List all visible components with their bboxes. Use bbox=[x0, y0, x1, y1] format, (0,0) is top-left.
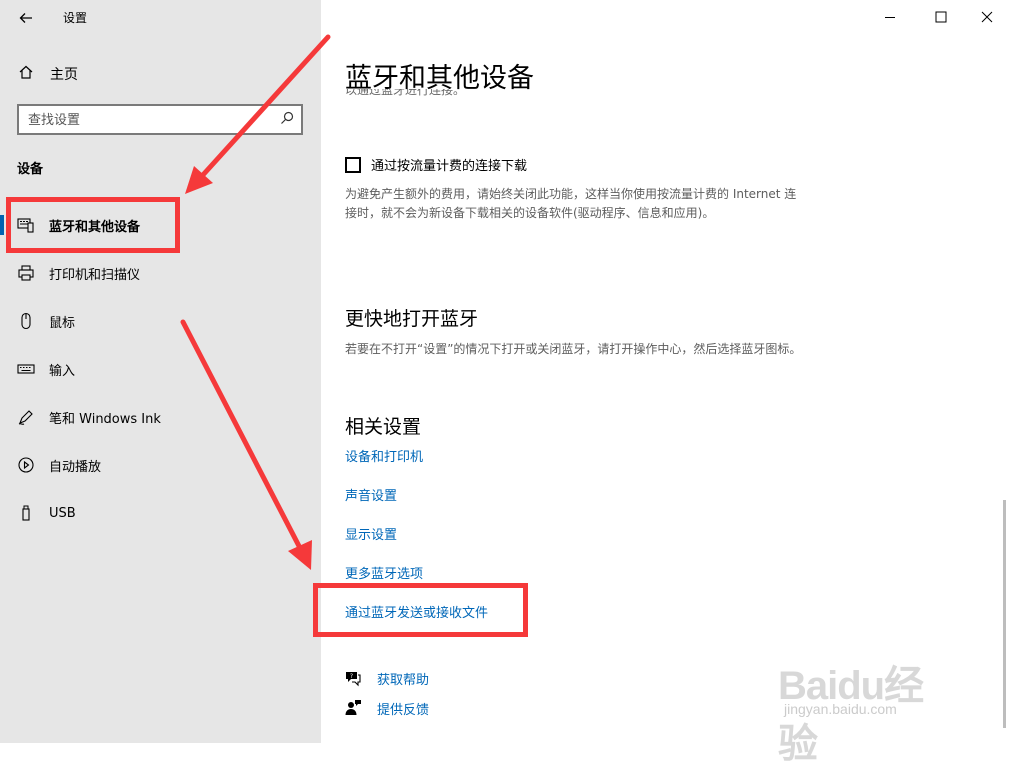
pen-icon bbox=[16, 407, 36, 427]
give-feedback-label: 提供反馈 bbox=[377, 702, 430, 718]
mouse-icon bbox=[16, 311, 36, 331]
back-button[interactable] bbox=[14, 6, 38, 30]
sidebar: 设置 主页 设备 蓝牙和其他设备 打印机和扫描仪 鼠标 输入 bbox=[0, 0, 321, 743]
get-help-label: 获取帮助 bbox=[377, 672, 430, 688]
close-button[interactable] bbox=[964, 0, 1010, 34]
metered-download-toggle[interactable]: 通过按流量计费的连接下载 bbox=[345, 155, 527, 174]
printer-icon bbox=[16, 263, 36, 283]
metered-checkbox-label: 通过按流量计费的连接下载 bbox=[371, 159, 528, 174]
home-link[interactable]: 主页 bbox=[16, 62, 78, 86]
quick-bluetooth-description: 若要在不打开“设置”的情况下打开或关闭蓝牙，请打开操作中心，然后选择蓝牙图标。 bbox=[345, 342, 802, 356]
sidebar-item-label: 自动播放 bbox=[49, 459, 102, 475]
window-title: 设置 bbox=[63, 11, 88, 25]
link-send-receive-files-bluetooth[interactable]: 通过蓝牙发送或接收文件 bbox=[345, 602, 488, 621]
quick-bluetooth-heading: 更快地打开蓝牙 bbox=[345, 308, 479, 330]
sidebar-item-label: 笔和 Windows Ink bbox=[49, 411, 161, 427]
link-display-settings[interactable]: 显示设置 bbox=[345, 524, 397, 543]
sidebar-item-label: USB bbox=[49, 505, 76, 521]
search-icon[interactable] bbox=[279, 110, 295, 126]
maximize-icon bbox=[935, 11, 947, 23]
search-input[interactable] bbox=[28, 110, 268, 130]
metered-checkbox[interactable] bbox=[345, 156, 361, 173]
arrow-left-icon bbox=[19, 13, 32, 23]
link-sound-settings[interactable]: 声音设置 bbox=[345, 485, 397, 504]
metered-description: 为避免产生额外的费用，请始终关闭此功能，这样当你使用按流量计费的 Interne… bbox=[345, 187, 797, 220]
close-icon bbox=[981, 11, 993, 23]
help-chat-icon: ? bbox=[343, 668, 363, 688]
main-content: 蓝牙和其他设备 以通过蓝牙进行连接。 通过按流量计费的连接下载 为避免产生额外的… bbox=[321, 0, 1012, 743]
home-icon bbox=[16, 64, 36, 84]
scrollbar-thumb[interactable] bbox=[1003, 500, 1006, 728]
link-devices-printers[interactable]: 设备和打印机 bbox=[345, 446, 423, 465]
minimize-icon bbox=[885, 17, 895, 18]
sidebar-item-bluetooth[interactable]: 蓝牙和其他设备 bbox=[0, 205, 321, 245]
usb-icon bbox=[16, 503, 36, 523]
minimize-button[interactable] bbox=[867, 0, 913, 34]
sidebar-item-usb[interactable]: USB bbox=[0, 493, 321, 533]
svg-text:?: ? bbox=[350, 673, 353, 680]
clipped-text: 以通过蓝牙进行连接。 bbox=[345, 89, 495, 101]
sidebar-item-pen[interactable]: 笔和 Windows Ink bbox=[0, 397, 321, 437]
sidebar-item-label: 蓝牙和其他设备 bbox=[49, 219, 141, 235]
get-help-link[interactable]: ? 获取帮助 bbox=[343, 668, 429, 688]
maximize-button[interactable] bbox=[918, 0, 964, 34]
clipped-text-content: 以通过蓝牙进行连接。 bbox=[345, 89, 466, 97]
feedback-icon bbox=[343, 698, 363, 718]
sidebar-item-typing[interactable]: 输入 bbox=[0, 349, 321, 389]
search-box[interactable] bbox=[17, 104, 303, 135]
related-settings-heading: 相关设置 bbox=[345, 416, 422, 438]
sidebar-item-label: 输入 bbox=[49, 363, 76, 379]
give-feedback-link[interactable]: 提供反馈 bbox=[343, 698, 429, 718]
keyboard-icon bbox=[16, 359, 36, 379]
home-label: 主页 bbox=[50, 67, 78, 83]
section-heading-devices: 设备 bbox=[17, 162, 44, 177]
sidebar-item-printers[interactable]: 打印机和扫描仪 bbox=[0, 253, 321, 293]
active-indicator bbox=[0, 215, 4, 235]
link-more-bluetooth-options[interactable]: 更多蓝牙选项 bbox=[345, 563, 423, 582]
bluetooth-devices-icon bbox=[16, 215, 36, 235]
sidebar-item-mouse[interactable]: 鼠标 bbox=[0, 301, 321, 341]
sidebar-item-autoplay[interactable]: 自动播放 bbox=[0, 445, 321, 485]
autoplay-icon bbox=[16, 455, 36, 475]
sidebar-item-label: 打印机和扫描仪 bbox=[49, 267, 141, 283]
sidebar-item-label: 鼠标 bbox=[49, 315, 76, 331]
